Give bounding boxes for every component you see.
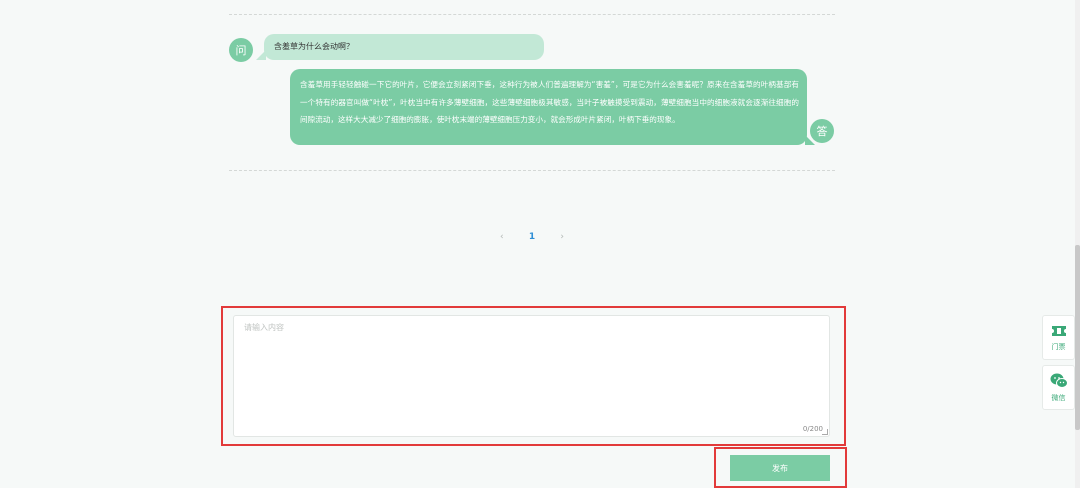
ticket-button[interactable]: 门票 xyxy=(1042,315,1075,360)
scroll-thumb[interactable] xyxy=(1075,245,1080,430)
answer-avatar: 答 xyxy=(810,119,834,143)
question-avatar: 问 xyxy=(229,38,253,62)
comment-box: 0/200 xyxy=(233,315,830,437)
next-page-button[interactable]: › xyxy=(560,232,564,242)
ticket-label: 门票 xyxy=(1051,342,1066,351)
page-scrollbar[interactable] xyxy=(1075,0,1080,488)
page-1-button[interactable]: 1 xyxy=(529,232,535,242)
pagination: ‹ 1 › xyxy=(500,231,564,243)
wechat-icon xyxy=(1050,373,1068,393)
publish-button[interactable]: 发布 xyxy=(730,455,830,481)
ticket-icon xyxy=(1051,324,1067,342)
question-bubble: 含羞草为什么会动啊？ xyxy=(256,34,544,60)
answer-bubble: 含羞草用手轻轻触碰一下它的叶片，它便会立刻紧闭下垂，这种行为被人们普遍理解为“害… xyxy=(290,69,815,145)
wechat-button[interactable]: 微信 xyxy=(1042,365,1075,410)
char-counter: 0/200 xyxy=(802,425,823,433)
top-divider xyxy=(229,14,835,15)
comment-input[interactable] xyxy=(234,316,829,436)
prev-page-button[interactable]: ‹ xyxy=(500,232,504,242)
bottom-divider xyxy=(229,170,835,171)
wechat-label: 微信 xyxy=(1051,393,1066,402)
resize-handle[interactable] xyxy=(822,429,828,435)
